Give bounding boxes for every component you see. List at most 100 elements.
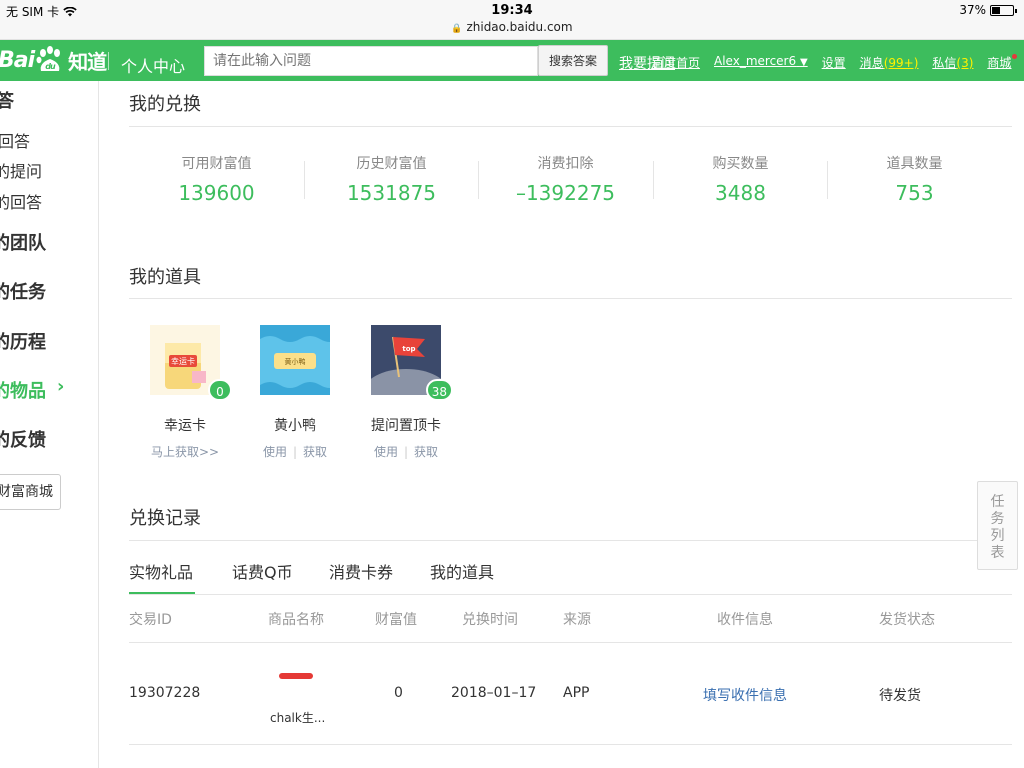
fill-address-link[interactable]: 填写收件信息 [703,685,787,705]
pin-card-image-text: top [402,345,415,353]
sidebar-item-my-tasks[interactable]: 的任务 [0,278,90,304]
task-list-tab[interactable]: 任务列表 [977,481,1018,570]
stat-value: 3488 [715,181,766,205]
stat-label: 消费扣除 [537,156,594,172]
stat-available-wealth: 可用财富值 139600 [129,153,304,205]
messages-count: (99+) [883,56,919,70]
left-sidebar: 答 回答 的提问 的回答 的团队 的任务 的历程 的物品 › 的反馈 财富商城 [0,81,99,768]
column-header: 兑换时间 [462,612,518,628]
mall-label: 商城 [987,56,1012,70]
stat-label: 可用财富值 [181,156,252,172]
sidebar-item-my-team[interactable]: 的团队 [0,229,90,255]
tab-physical-gifts[interactable]: 实物礼品 [129,559,195,594]
wealth-mall-button[interactable]: 财富商城 [0,474,61,510]
tools-title: 我的道具 [129,267,201,288]
stat-label: 道具数量 [886,156,943,172]
sidebar-item-my-answers[interactable]: 的回答 [0,189,92,213]
private-messages-link[interactable]: 私信(3) [932,54,973,71]
lucky-card-image[interactable]: 幸运卡 0 [150,325,232,401]
baidu-zhidao-logo[interactable]: Bai du 知道 [0,44,107,76]
tool-name: 黄小鸭 [274,418,316,434]
column-header: 交易ID [129,612,172,628]
stat-label: 历史财富值 [356,156,427,172]
yellow-duck-image[interactable]: 黄小鸭 [260,325,340,395]
paw-icon: du [36,46,61,71]
chevron-down-icon: ▼ [799,57,808,68]
page-title: 个人中心 [121,57,186,76]
count-badge: 38 [425,379,453,401]
cell-product[interactable]: chalk生... [270,709,325,726]
separator: | [292,445,298,459]
stat-item-count: 道具数量 753 [827,153,1002,205]
tab-phone-credit[interactable]: 话费Q币 [232,559,293,594]
battery-percent: 37% [959,3,986,17]
tab-my-tools[interactable]: 我的道具 [430,559,494,594]
search-input[interactable] [204,46,538,76]
messages-link[interactable]: 消息(99+) [860,54,919,71]
cell-time: 2018–01–17 [451,685,537,701]
username: Alex_mercer6 [714,54,797,68]
stat-value: 1531875 [346,181,437,205]
stat-value: 139600 [178,181,255,205]
tool-card-pin-question: top 38 提问置顶卡 使用 | 获取 [351,325,461,460]
header-divider [108,52,109,70]
sidebar-item-my-history[interactable]: 的历程 [0,328,90,354]
logo-text: Bai [0,47,35,73]
obtain-link[interactable]: 获取 [303,445,327,459]
tool-name: 幸运卡 [164,418,206,434]
stat-history-wealth: 历史财富值 1531875 [304,153,479,205]
sidebar-item-answer-header[interactable]: 答 [0,87,94,113]
use-link[interactable]: 使用 [263,445,287,459]
stat-purchase-count: 购买数量 3488 [653,153,828,205]
url-text: zhidao.baidu.com [466,20,573,34]
column-header: 发货状态 [879,612,935,628]
divider [129,126,1012,127]
tool-name: 提问置顶卡 [371,418,441,434]
column-header: 商品名称 [268,612,324,628]
search-button[interactable]: 搜索答案 [538,45,608,76]
yellow-duck-icon: 黄小鸭 [260,325,340,395]
obtain-link[interactable]: 获取 [414,445,438,459]
notification-dot [1012,54,1018,59]
separator: | [403,445,409,459]
get-now-link[interactable]: 马上获取>> [151,445,219,459]
logo-zh: 知道 [68,49,107,74]
exchange-title: 我的兑换 [129,94,201,115]
tab-coupons[interactable]: 消费卡券 [329,559,393,594]
private-label: 私信 [932,56,957,70]
table-divider [129,744,1012,745]
stat-value: –1392275 [515,181,616,205]
cell-id: 19307228 [129,685,201,701]
user-menu[interactable]: Alex_mercer6 ▼ [714,54,808,71]
use-link[interactable]: 使用 [374,445,398,459]
divider [129,298,1012,299]
stat-consumption: 消费扣除 –1392275 [478,153,653,205]
records-title: 兑换记录 [129,508,201,529]
table-divider [129,642,1012,643]
task-list-label: 任务列表 [990,494,1005,561]
address-bar[interactable]: 🔒 zhidao.baidu.com [0,20,1024,34]
baidu-home-link[interactable]: 百度首页 [652,54,700,71]
private-count: (3) [956,56,974,70]
ios-status-bar: 无 SIM 卡 19:34 🔒 zhidao.baidu.com 37% [0,0,1024,40]
records-tabs: 实物礼品 话费Q币 消费卡券 我的道具 [129,555,1012,595]
sidebar-item-answer[interactable]: 回答 [0,128,96,152]
mall-link[interactable]: 商城 [987,54,1018,71]
lock-icon: 🔒 [451,24,463,34]
cell-status: 待发货 [879,688,921,704]
column-header: 收件信息 [717,612,773,628]
cell-wealth: 0 [394,685,403,701]
messages-label: 消息 [859,56,884,70]
stat-value: 753 [895,181,934,205]
sidebar-item-my-questions[interactable]: 的提问 [0,158,92,182]
lucky-card-image-text: 幸运卡 [171,356,195,366]
stat-label: 购买数量 [712,156,769,172]
pin-card-image[interactable]: top 38 [364,325,453,413]
site-header: Bai du 知道 个人中心 搜索答案 我要提问 百度首页 Alex_merce… [0,40,1024,81]
product-thumbnail[interactable] [279,673,313,679]
header-links: 百度首页 Alex_mercer6 ▼ 设置 消息(99+) 私信(3) 商城 [652,54,1018,71]
sidebar-item-my-feedback[interactable]: 的反馈 [0,426,90,452]
sidebar-item-my-items[interactable]: 的物品 [0,377,90,403]
settings-link[interactable]: 设置 [822,54,846,71]
battery-level [992,6,1001,14]
